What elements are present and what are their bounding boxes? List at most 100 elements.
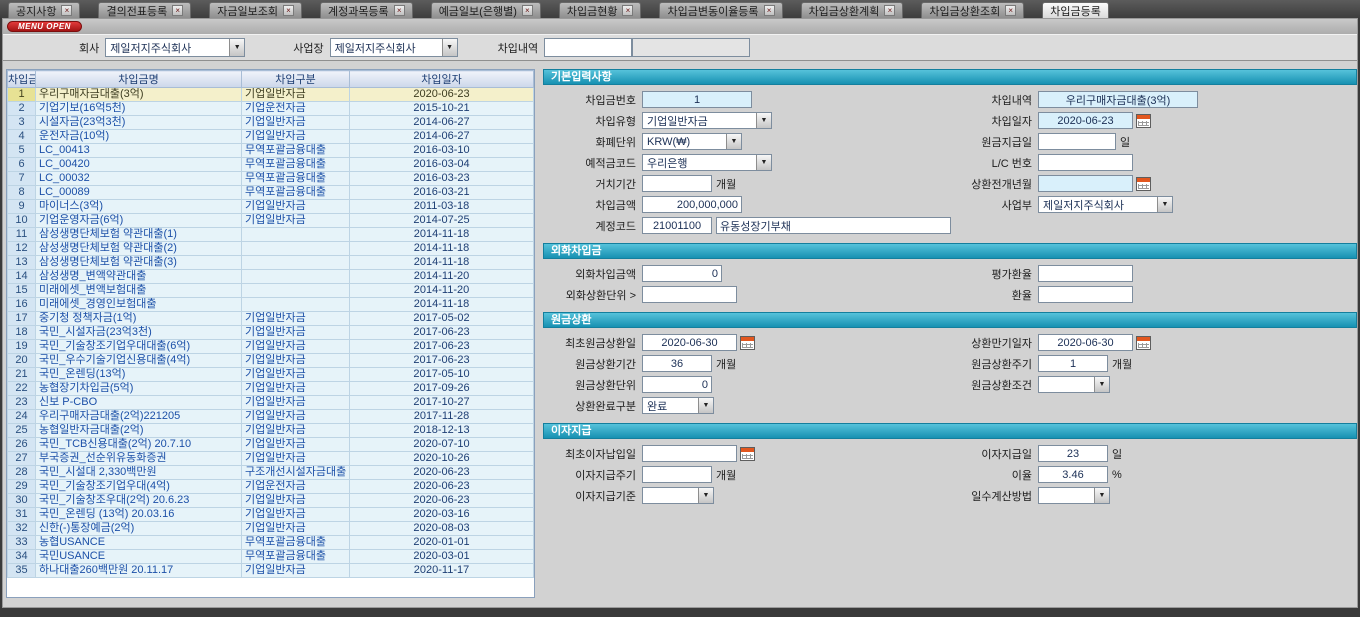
table-row[interactable]: 17중기청 정책자금(1억)기업일반자금2017-05-02 (8, 312, 534, 326)
table-row[interactable]: 20국민_우수기술기업신용대출(4억)기업일반자금2017-06-23 (8, 354, 534, 368)
cell-code[interactable]: 27 (8, 452, 36, 466)
cell-name[interactable]: 국민_TCB신용대출(2억) 20.7.10 (36, 438, 242, 452)
repay-unit-input[interactable] (642, 376, 712, 393)
cell-date[interactable]: 2014-06-27 (350, 130, 534, 144)
cell-date[interactable]: 2020-06-23 (350, 88, 534, 102)
cell-date[interactable]: 2020-07-10 (350, 438, 534, 452)
cell-date[interactable]: 2020-03-16 (350, 508, 534, 522)
cell-code[interactable]: 12 (8, 242, 36, 256)
table-row[interactable]: 3시설자금(23억3천)기업일반자금2014-06-27 (8, 116, 534, 130)
chevron-down-icon[interactable]: ▼ (229, 39, 244, 56)
cell-type[interactable]: 기업일반자금 (242, 326, 350, 340)
table-row[interactable]: 26국민_TCB신용대출(2억) 20.7.10기업일반자금2020-07-10 (8, 438, 534, 452)
cell-code[interactable]: 6 (8, 158, 36, 172)
int-pay-day-input[interactable] (1038, 445, 1108, 462)
cell-type[interactable] (242, 270, 350, 284)
cell-code[interactable]: 18 (8, 326, 36, 340)
cell-name[interactable]: 기업기보(16억5천) (36, 102, 242, 116)
table-row[interactable]: 34국민USANCE무역포괄금융대출2020-03-01 (8, 550, 534, 564)
cell-type[interactable]: 무역포괄금융대출 (242, 550, 350, 564)
table-row[interactable]: 18국민_시설자금(23억3천)기업일반자금2017-06-23 (8, 326, 534, 340)
cell-name[interactable]: 농협일반자금대출(2억) (36, 424, 242, 438)
col-header-name[interactable]: 차입금명 (36, 71, 242, 88)
period-input[interactable] (642, 355, 712, 372)
chevron-down-icon[interactable]: ▼ (698, 398, 713, 413)
table-row[interactable]: 32신한(-)통장예금(2억)기업일반자금2020-08-03 (8, 522, 534, 536)
cell-name[interactable]: 마이너스(3억) (36, 200, 242, 214)
cell-type[interactable]: 기업일반자금 (242, 312, 350, 326)
cell-date[interactable]: 2017-09-26 (350, 382, 534, 396)
account-code-input[interactable] (642, 217, 712, 234)
chevron-down-icon[interactable]: ▼ (756, 155, 771, 170)
cycle-input[interactable] (1038, 355, 1108, 372)
cell-code[interactable]: 10 (8, 214, 36, 228)
cell-date[interactable]: 2017-05-02 (350, 312, 534, 326)
tab-차입금현황[interactable]: 차입금현황× (559, 2, 642, 18)
tab-계정과목등록[interactable]: 계정과목등록× (320, 2, 413, 18)
table-row[interactable]: 5LC_00413무역포괄금융대출2016-03-10 (8, 144, 534, 158)
cell-name[interactable]: 국민_우수기술기업신용대출(4억) (36, 354, 242, 368)
cell-code[interactable]: 1 (8, 88, 36, 102)
tab-차입금변동이율등록[interactable]: 차입금변동이율등록× (659, 2, 782, 18)
cell-date[interactable]: 2014-11-18 (350, 298, 534, 312)
cell-name[interactable]: 삼성생명단체보험 약관대출(2) (36, 242, 242, 256)
cell-type[interactable]: 기업일반자금 (242, 494, 350, 508)
cell-code[interactable]: 4 (8, 130, 36, 144)
cell-code[interactable]: 28 (8, 466, 36, 480)
cell-code[interactable]: 14 (8, 270, 36, 284)
cell-type[interactable]: 무역포괄금융대출 (242, 172, 350, 186)
cell-name[interactable]: 우리구매자금대출(3억) (36, 88, 242, 102)
amount-input[interactable] (642, 196, 742, 213)
table-row[interactable]: 31국민_온렌딩 (13억) 20.03.16기업일반자금2020-03-16 (8, 508, 534, 522)
pay-day-input[interactable] (1038, 133, 1116, 150)
chevron-down-icon[interactable]: ▼ (756, 113, 771, 128)
table-row[interactable]: 24우리구매자금대출(2억)221205기업일반자금2017-11-28 (8, 410, 534, 424)
grace-input[interactable] (642, 175, 712, 192)
cell-code[interactable]: 31 (8, 508, 36, 522)
cell-code[interactable]: 8 (8, 186, 36, 200)
tab-차입금등록[interactable]: 차입금등록 (1042, 2, 1109, 18)
cell-code[interactable]: 7 (8, 172, 36, 186)
tab-close-icon[interactable]: × (283, 5, 294, 16)
cell-name[interactable]: LC_00089 (36, 186, 242, 200)
cell-name[interactable]: 삼성생명_변액약관대출 (36, 270, 242, 284)
cell-date[interactable]: 2020-10-26 (350, 452, 534, 466)
tab-공지사항[interactable]: 공지사항× (8, 2, 80, 18)
cell-date[interactable]: 2020-06-23 (350, 480, 534, 494)
chevron-down-icon[interactable]: ▼ (442, 39, 457, 56)
cell-date[interactable]: 2020-11-17 (350, 564, 534, 578)
table-row[interactable]: 23신보 P-CBO기업일반자금2017-10-27 (8, 396, 534, 410)
cell-type[interactable]: 기업일반자금 (242, 452, 350, 466)
cell-name[interactable]: 중기청 정책자금(1억) (36, 312, 242, 326)
cell-type[interactable]: 기업일반자금 (242, 340, 350, 354)
cell-code[interactable]: 15 (8, 284, 36, 298)
table-row[interactable]: 35하나대출260백만원 20.11.17기업일반자금2020-11-17 (8, 564, 534, 578)
cell-type[interactable]: 기업일반자금 (242, 382, 350, 396)
cell-name[interactable]: 삼성생명단체보험 약관대출(3) (36, 256, 242, 270)
calendar-icon[interactable] (740, 447, 755, 461)
cell-code[interactable]: 26 (8, 438, 36, 452)
tab-자금일보조회[interactable]: 자금일보조회× (209, 2, 302, 18)
fx-unit-input[interactable] (642, 286, 737, 303)
int-basis-select[interactable]: ▼ (642, 487, 714, 504)
site-select[interactable]: 제일저지주식회사 ▼ (330, 38, 458, 57)
cell-type[interactable]: 무역포괄금융대출 (242, 536, 350, 550)
table-row[interactable]: 30국민_기술창조우대(2억) 20.6.23기업일반자금2020-06-23 (8, 494, 534, 508)
cell-date[interactable]: 2017-05-10 (350, 368, 534, 382)
cell-type[interactable] (242, 228, 350, 242)
cell-type[interactable]: 기업일반자금 (242, 88, 350, 102)
tab-close-icon[interactable]: × (764, 5, 775, 16)
cell-code[interactable]: 33 (8, 536, 36, 550)
cell-date[interactable]: 2016-03-10 (350, 144, 534, 158)
cell-type[interactable]: 기업일반자금 (242, 214, 350, 228)
cell-type[interactable]: 기업일반자금 (242, 130, 350, 144)
cell-date[interactable]: 2017-11-28 (350, 410, 534, 424)
cell-code[interactable]: 32 (8, 522, 36, 536)
cell-type[interactable]: 기업일반자금 (242, 368, 350, 382)
cell-name[interactable]: 미래에셋_경영인보험대출 (36, 298, 242, 312)
cell-name[interactable]: 국민_시설대 2,330백만원 (36, 466, 242, 480)
table-row[interactable]: 25농협일반자금대출(2억)기업일반자금2018-12-13 (8, 424, 534, 438)
cell-date[interactable]: 2014-11-20 (350, 284, 534, 298)
cell-type[interactable]: 기업일반자금 (242, 424, 350, 438)
cell-code[interactable]: 13 (8, 256, 36, 270)
